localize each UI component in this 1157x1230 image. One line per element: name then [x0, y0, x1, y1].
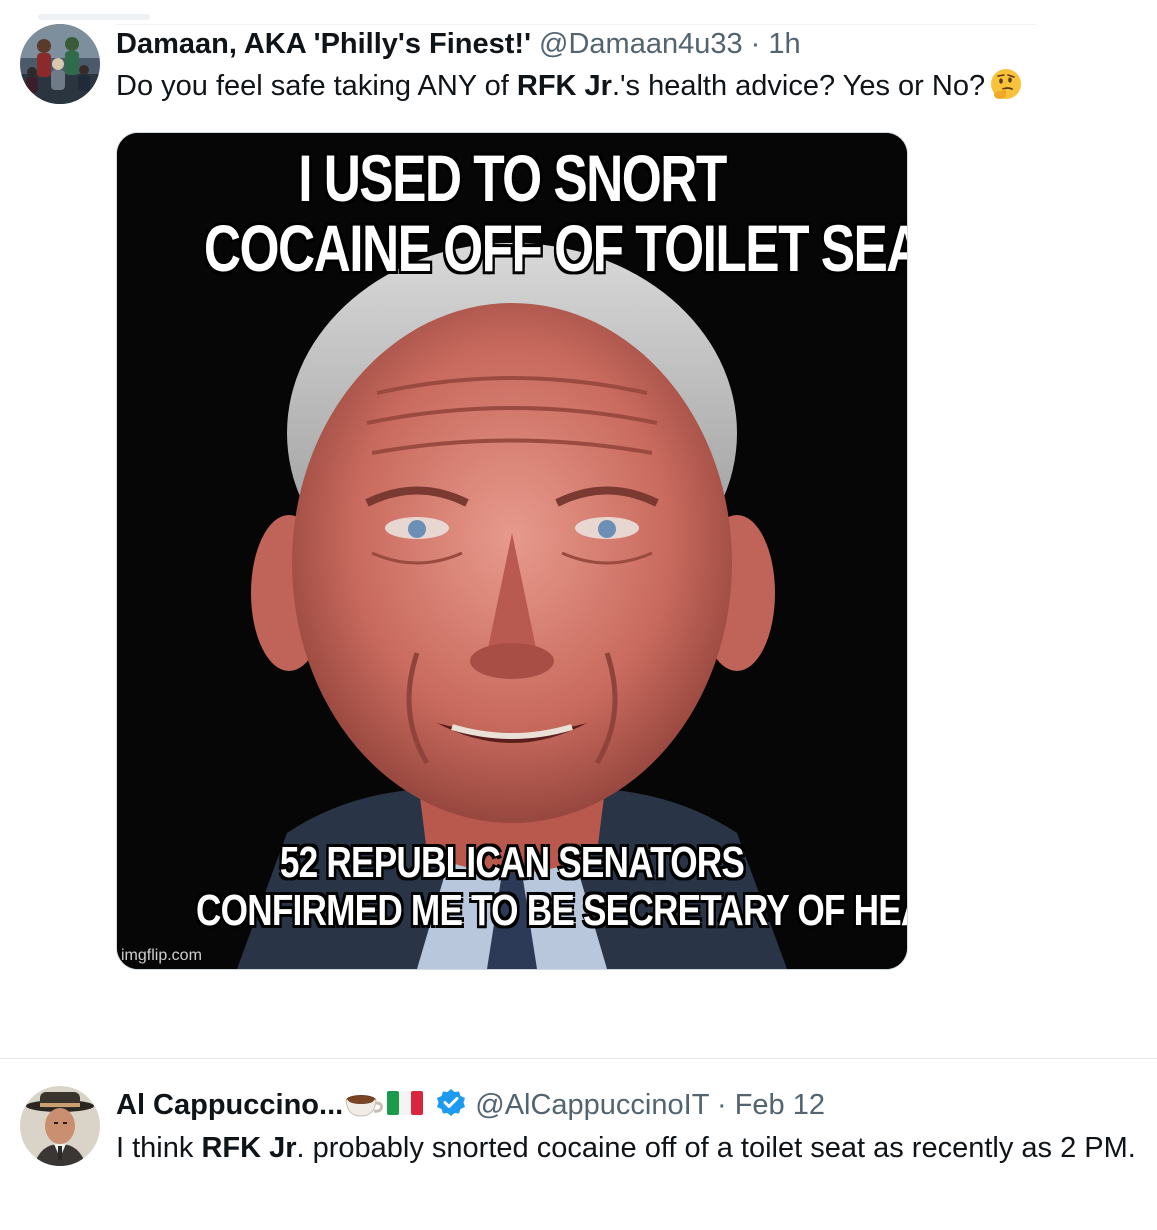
meme-top-line: I USED TO SNORT [298, 141, 727, 215]
name-icons [343, 1086, 467, 1129]
author-name[interactable]: Damaan, AKA 'Philly's Finest!' [116, 28, 531, 60]
text-bold: RFK Jr [516, 70, 612, 102]
tweet-text: I think RFK Jr. probably snorted cocaine… [116, 1128, 1141, 1169]
meme-bottom-line: CONFIRMED ME TO BE SECRETARY OF HEALTH [196, 886, 907, 935]
tweet-text: Do you feel safe taking ANY of RFK Jr.'s… [116, 66, 1023, 107]
timestamp[interactable]: Feb 12 [735, 1089, 825, 1121]
thinking-face-emoji-icon [989, 67, 1023, 101]
author-name[interactable]: Al Cappuccino... [116, 1089, 343, 1121]
italy-flag-emoji-icon [387, 1091, 424, 1115]
author-handle[interactable]: @Damaan4u33 [539, 28, 743, 60]
imgflip-watermark: imgflip.com [121, 947, 202, 964]
meme-bottom-line: 52 REPUBLICAN SENATORS [279, 838, 745, 887]
top-separator [116, 24, 1036, 25]
verified-badge-icon [437, 1089, 466, 1116]
tweet-header: Al Cappuccino... @AlCappuccinoIT · Feb 1… [116, 1086, 825, 1129]
text-part: I think [116, 1132, 202, 1164]
previous-content-edge [38, 14, 150, 20]
text-part: Do you feel safe taking ANY of [116, 70, 517, 102]
separator-dot: · [716, 1089, 727, 1121]
avatar[interactable] [20, 24, 100, 104]
meme-image[interactable]: I USED TO SNORT COCAINE OFF OF TOILET SE… [116, 132, 908, 970]
avatar[interactable] [20, 1086, 100, 1166]
author-handle[interactable]: @AlCappuccinoIT [475, 1089, 709, 1121]
meme-bottom-caption: 52 REPUBLICAN SENATORS CONFIRMED ME TO B… [196, 838, 907, 935]
coffee-cup-emoji-icon [345, 1095, 384, 1117]
text-part: . probably snorted cocaine off of a toil… [296, 1132, 1136, 1164]
text-part: .'s health advice? Yes or No? [611, 70, 986, 102]
tweet-header: Damaan, AKA 'Philly's Finest!' @Damaan4u… [116, 26, 801, 62]
meme-top-caption: I USED TO SNORT COCAINE OFF OF TOILET SE… [203, 141, 908, 285]
meme-top-line: COCAINE OFF OF TOILET SEATS [203, 211, 908, 285]
timestamp[interactable]: 1h [768, 28, 800, 60]
text-bold: RFK Jr [201, 1132, 297, 1164]
tweet-divider [0, 1058, 1157, 1059]
separator-dot: · [750, 28, 761, 60]
